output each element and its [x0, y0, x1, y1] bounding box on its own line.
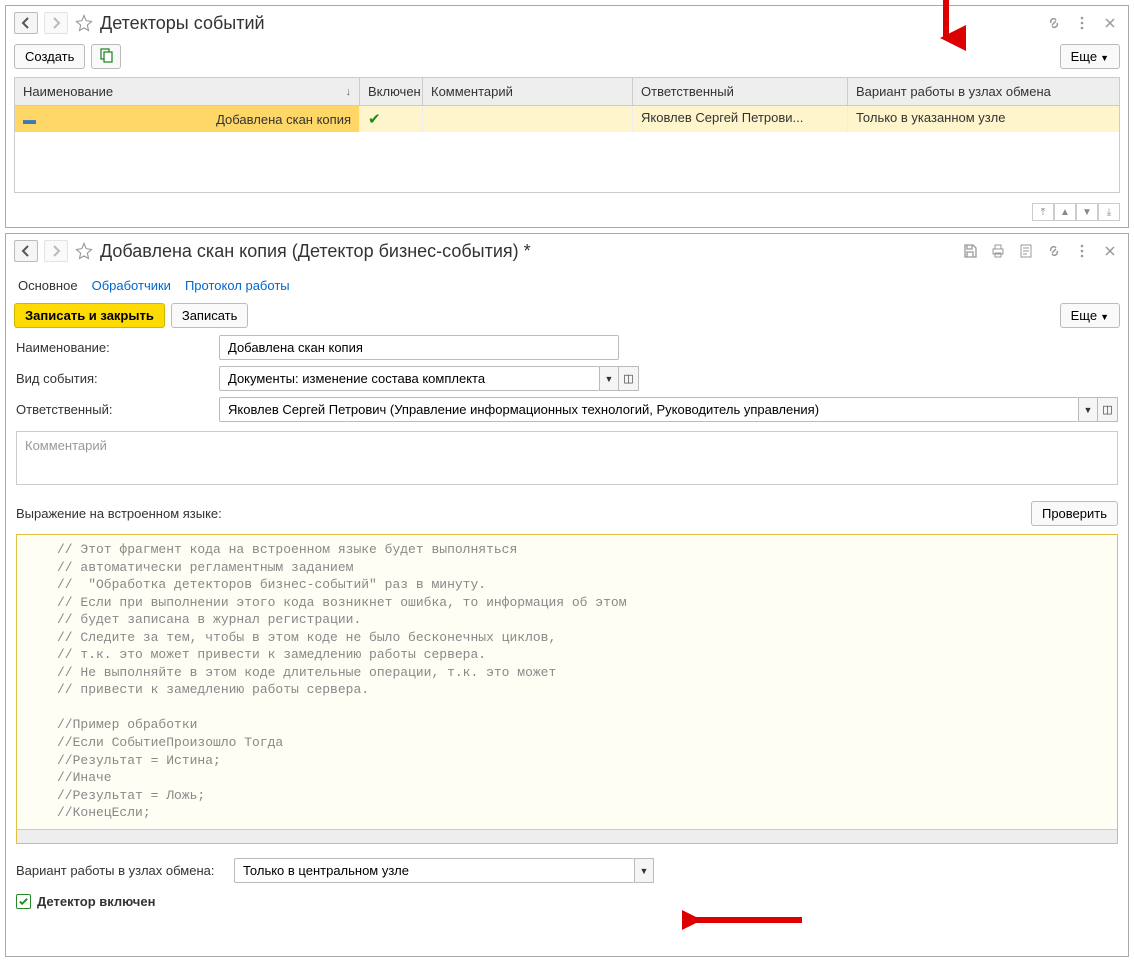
responsible-field[interactable] [219, 397, 1078, 422]
col-header-responsible[interactable]: Ответственный [633, 78, 848, 105]
check-code-button[interactable]: Проверить [1031, 501, 1118, 526]
grid-header: Наименование↓ Включен Комментарий Ответс… [15, 78, 1119, 106]
detector-enabled-checkbox[interactable] [16, 894, 31, 909]
code-text: // Этот фрагмент кода на встроенном язык… [17, 535, 1117, 828]
label-event-type: Вид события: [16, 371, 211, 386]
forward-button-2[interactable] [44, 240, 68, 262]
event-type-open-icon[interactable]: ◫ [619, 366, 639, 391]
col-header-enabled[interactable]: Включен [360, 78, 423, 105]
kebab-menu-icon-2[interactable] [1072, 241, 1092, 261]
document-icon[interactable] [1016, 241, 1036, 261]
variant-field[interactable] [234, 858, 634, 883]
label-responsible: Ответственный: [16, 402, 211, 417]
detector-enabled-label: Детектор включен [37, 894, 155, 909]
close-icon-2[interactable] [1100, 241, 1120, 261]
link-icon[interactable] [1044, 13, 1064, 33]
comment-textarea[interactable]: Комментарий [16, 431, 1118, 485]
code-editor[interactable]: // Этот фрагмент кода на встроенном язык… [16, 534, 1118, 844]
check-icon: ✔ [368, 111, 381, 128]
responsible-dropdown-icon[interactable]: ▼ [1078, 397, 1098, 422]
tab-main[interactable]: Основное [18, 278, 78, 293]
annotation-arrow-left [682, 905, 812, 935]
sort-asc-icon: ↓ [346, 86, 352, 98]
row-name: Добавлена скан копия [216, 112, 351, 127]
label-variant: Вариант работы в узлах обмена: [16, 863, 226, 878]
annotation-arrow-down [926, 0, 966, 52]
kebab-menu-icon[interactable] [1072, 13, 1092, 33]
table-row[interactable]: ▬ Добавлена скан копия ✔ Яковлев Сергей П… [15, 106, 1119, 132]
tab-handlers[interactable]: Обработчики [92, 278, 171, 293]
close-icon[interactable] [1100, 13, 1120, 33]
event-type-dropdown-icon[interactable]: ▼ [599, 366, 619, 391]
horizontal-scrollbar[interactable] [17, 829, 1117, 843]
nav-down-icon[interactable]: ▼ [1076, 203, 1098, 221]
label-name: Наименование: [16, 340, 211, 355]
favorite-star-icon-2[interactable] [74, 241, 94, 261]
create-button[interactable]: Создать [14, 44, 85, 69]
save-close-button[interactable]: Записать и закрыть [14, 303, 165, 328]
copy-button[interactable] [91, 44, 121, 69]
back-button[interactable] [14, 12, 38, 34]
nav-first-icon[interactable]: ⤒ [1032, 203, 1054, 221]
row-responsible: Яковлев Сергей Петрови... [633, 106, 848, 132]
label-code: Выражение на встроенном языке: [16, 506, 1031, 521]
col-header-name[interactable]: Наименование↓ [15, 78, 360, 105]
nav-up-icon[interactable]: ▲ [1054, 203, 1076, 221]
col-header-variant[interactable]: Вариант работы в узлах обмена [848, 78, 1119, 105]
save-button[interactable]: Записать [171, 303, 249, 328]
panel1-title: Детекторы событий [100, 13, 1038, 34]
responsible-open-icon[interactable]: ◫ [1098, 397, 1118, 422]
name-field[interactable] [219, 335, 619, 360]
link-icon-2[interactable] [1044, 241, 1064, 261]
row-variant: Только в указанном узле [848, 106, 1119, 132]
item-icon: ▬ [23, 112, 36, 127]
favorite-star-icon[interactable] [74, 13, 94, 33]
back-button-2[interactable] [14, 240, 38, 262]
tab-log[interactable]: Протокол работы [185, 278, 290, 293]
panel2-title: Добавлена скан копия (Детектор бизнес-со… [100, 241, 954, 262]
panel2-more-button[interactable]: Еще▼ [1060, 303, 1120, 328]
col-header-comment[interactable]: Комментарий [423, 78, 633, 105]
print-icon[interactable] [988, 241, 1008, 261]
save-icon[interactable] [960, 241, 980, 261]
event-type-field[interactable] [219, 366, 599, 391]
panel1-more-button[interactable]: Еще▼ [1060, 44, 1120, 69]
nav-last-icon[interactable]: ⤓ [1098, 203, 1120, 221]
forward-button[interactable] [44, 12, 68, 34]
variant-dropdown-icon[interactable]: ▼ [634, 858, 654, 883]
